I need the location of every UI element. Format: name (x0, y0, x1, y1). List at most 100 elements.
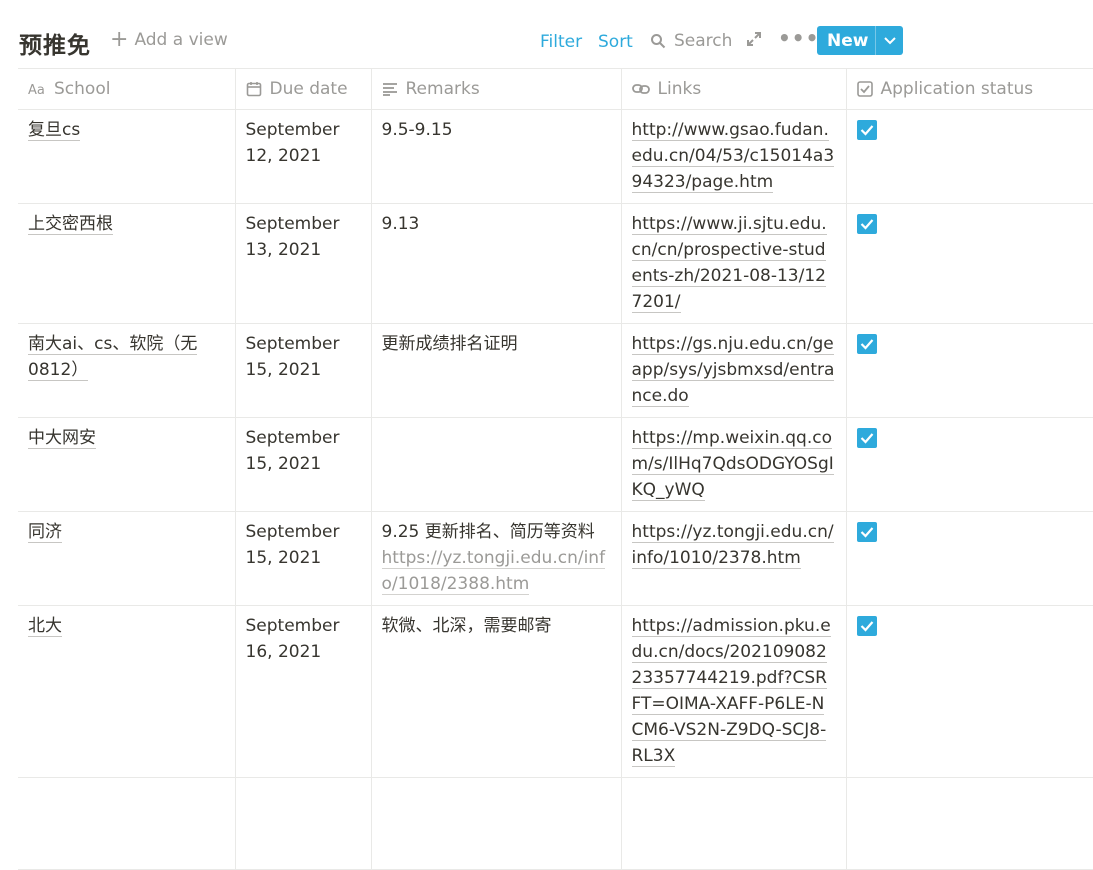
cell-application-status[interactable] (845, 323, 1093, 418)
school-name[interactable]: 南大ai、cs、软院（无0812） (28, 334, 198, 381)
school-name[interactable]: 上交密西根 (28, 214, 113, 235)
cell-application-status[interactable] (845, 109, 1093, 204)
table-row[interactable]: 复旦cs September 12, 2021 9.5-9.15 http://… (18, 109, 1093, 204)
add-view-label: Add a view (134, 30, 228, 50)
link-url[interactable]: https://mp.weixin.qq.com/s/IlHq7QdsODGYO… (631, 428, 834, 501)
cell-remarks[interactable]: 更新成绩排名证明 (370, 323, 622, 418)
page-title: 预推免 (19, 33, 91, 59)
column-header-label: Due date (269, 79, 348, 99)
more-options-icon[interactable]: ••• (778, 26, 819, 50)
cell-links[interactable]: http://www.gsao.fudan.edu.cn/04/53/c1501… (620, 109, 847, 204)
school-name[interactable]: 复旦cs (28, 120, 81, 141)
cell-remarks[interactable]: 9.13 (370, 203, 622, 324)
column-header-due-date[interactable]: Due date (234, 68, 372, 110)
check-icon (860, 339, 873, 350)
table-row[interactable]: 北大 September 16, 2021 软微、北深，需要邮寄 https:/… (18, 605, 1093, 778)
checked-checkbox[interactable] (856, 214, 877, 234)
column-header-remarks[interactable]: Remarks (370, 68, 622, 110)
due-date: September 15, 2021 (245, 522, 340, 568)
cell-remarks[interactable]: 软微、北深，需要邮寄 (370, 605, 622, 778)
calendar-icon (246, 82, 261, 97)
link-url[interactable]: http://www.gsao.fudan.edu.cn/04/53/c1501… (631, 120, 835, 193)
cell-due-date[interactable]: September 13, 2021 (234, 203, 372, 324)
remark-text: 9.13 (381, 214, 420, 234)
cell-school[interactable]: 中大网安 (18, 417, 236, 512)
table-row[interactable]: 上交密西根 September 13, 2021 9.13 https://ww… (18, 203, 1093, 324)
link-url[interactable]: https://www.ji.sjtu.edu.cn/cn/prospectiv… (631, 214, 827, 313)
remark-link[interactable]: https://yz.tongji.edu.cn/info/1018/2388.… (381, 548, 606, 595)
cell-school[interactable]: 复旦cs (18, 109, 236, 204)
cell-remarks[interactable]: 9.5-9.15 (370, 109, 622, 204)
checkbox-icon (856, 81, 873, 97)
checked-checkbox[interactable] (856, 120, 877, 140)
remark-text: 9.25 更新排名、简历等资料 (381, 522, 595, 542)
table-row[interactable] (18, 777, 1093, 870)
cell-links[interactable]: https://admission.pku.edu.cn/docs/202109… (620, 605, 847, 778)
cell-remarks[interactable] (370, 777, 622, 870)
link-url[interactable]: https://yz.tongji.edu.cn/info/1010/2378.… (631, 522, 834, 569)
cell-due-date[interactable]: September 15, 2021 (234, 323, 372, 418)
school-name[interactable]: 同济 (28, 522, 62, 543)
remark-text: 更新成绩排名证明 (381, 334, 518, 354)
check-icon (860, 219, 873, 230)
column-header-application-status[interactable]: Application status (845, 68, 1093, 110)
table-header-row: Aa School Due date Remarks Links Applica… (18, 68, 1093, 110)
cell-links[interactable] (620, 777, 847, 870)
due-date: September 16, 2021 (245, 616, 340, 662)
new-button[interactable]: New (817, 26, 903, 55)
table-row[interactable]: 南大ai、cs、软院（无0812） September 15, 2021 更新成… (18, 323, 1093, 418)
cell-school[interactable] (18, 777, 236, 870)
chevron-down-icon[interactable] (876, 36, 903, 45)
cell-links[interactable]: https://yz.tongji.edu.cn/info/1010/2378.… (620, 511, 847, 606)
cell-remarks[interactable]: 9.25 更新排名、简历等资料 https://yz.tongji.edu.cn/… (370, 511, 622, 606)
cell-application-status[interactable] (845, 511, 1093, 606)
table-row[interactable]: 中大网安 September 15, 2021 https://mp.weixi… (18, 417, 1093, 512)
cell-school[interactable]: 同济 (18, 511, 236, 606)
cell-application-status[interactable] (845, 417, 1093, 512)
cell-application-status[interactable] (845, 203, 1093, 324)
cell-links[interactable]: https://www.ji.sjtu.edu.cn/cn/prospectiv… (620, 203, 847, 324)
school-name[interactable]: 北大 (28, 616, 62, 637)
link-icon (631, 84, 650, 94)
cell-links[interactable]: https://gs.nju.edu.cn/geapp/sys/yjsbmxsd… (620, 323, 847, 418)
cell-application-status[interactable] (845, 605, 1093, 778)
filter-button[interactable]: Filter (540, 32, 582, 52)
database-table: Aa School Due date Remarks Links Applica… (18, 68, 1093, 870)
due-date: September 12, 2021 (245, 120, 340, 166)
check-icon (860, 621, 873, 632)
check-icon (860, 433, 873, 444)
table-row[interactable]: 同济 September 15, 2021 9.25 更新排名、简历等资料 htt… (18, 511, 1093, 606)
text-aa-icon: Aa (28, 83, 45, 96)
checked-checkbox[interactable] (856, 616, 877, 636)
cell-links[interactable]: https://mp.weixin.qq.com/s/IlHq7QdsODGYO… (620, 417, 847, 512)
add-view-button[interactable]: + Add a view (110, 29, 228, 51)
remark-text: 9.5-9.15 (381, 120, 453, 140)
cell-due-date[interactable]: September 15, 2021 (234, 417, 372, 512)
sort-button[interactable]: Sort (598, 32, 633, 52)
cell-application-status[interactable] (845, 777, 1093, 870)
due-date: September 15, 2021 (245, 428, 340, 474)
checked-checkbox[interactable] (856, 334, 877, 354)
cell-school[interactable]: 南大ai、cs、软院（无0812） (18, 323, 236, 418)
link-url[interactable]: https://gs.nju.edu.cn/geapp/sys/yjsbmxsd… (631, 334, 835, 407)
cell-due-date[interactable]: September 16, 2021 (234, 605, 372, 778)
column-header-label: Remarks (405, 79, 480, 99)
expand-button[interactable] (746, 31, 762, 51)
column-header-links[interactable]: Links (620, 68, 847, 110)
column-header-school[interactable]: Aa School (18, 68, 236, 110)
cell-due-date[interactable]: September 15, 2021 (234, 511, 372, 606)
check-icon (860, 527, 873, 538)
due-date: September 15, 2021 (245, 334, 340, 380)
column-header-label: School (54, 79, 111, 99)
link-url[interactable]: https://admission.pku.edu.cn/docs/202109… (631, 616, 831, 767)
cell-due-date[interactable] (234, 777, 372, 870)
checked-checkbox[interactable] (856, 522, 877, 542)
checked-checkbox[interactable] (856, 428, 877, 448)
cell-school[interactable]: 北大 (18, 605, 236, 778)
column-header-label: Application status (880, 79, 1034, 99)
school-name[interactable]: 中大网安 (28, 428, 96, 449)
cell-remarks[interactable] (370, 417, 622, 512)
cell-school[interactable]: 上交密西根 (18, 203, 236, 324)
search-button[interactable]: Search (650, 31, 732, 51)
cell-due-date[interactable]: September 12, 2021 (234, 109, 372, 204)
